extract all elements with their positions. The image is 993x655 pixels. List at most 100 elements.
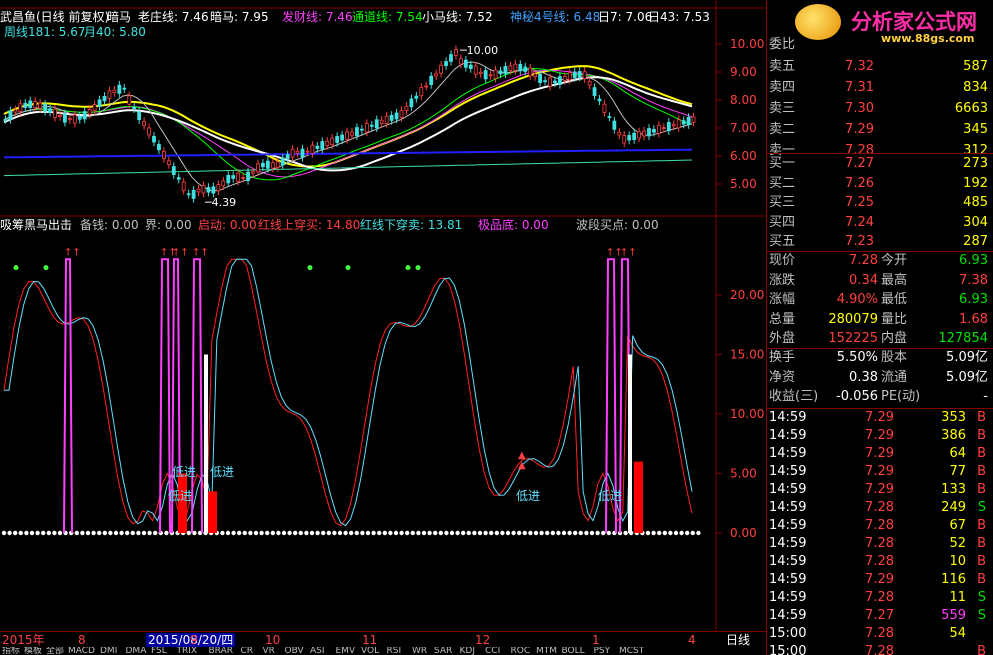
tab-vr[interactable]: VR	[263, 647, 275, 655]
candle-body	[201, 185, 206, 194]
quote-row-4: 外盘 152225 内盘 127854	[767, 330, 993, 348]
candle-body	[379, 119, 384, 124]
baseline-dot	[349, 530, 354, 536]
tab-dmi[interactable]: DMI	[100, 647, 117, 655]
candle-body	[181, 181, 186, 191]
tick-volume: 67	[949, 518, 966, 533]
sell-label: 卖四	[769, 80, 796, 95]
indicator-tick-label: 10.00	[730, 407, 764, 421]
quote-value: 7.38	[959, 272, 988, 288]
annotation-low-entry: 低进	[172, 465, 196, 479]
tab-psy[interactable]: PSY	[594, 647, 611, 655]
candle-body	[117, 84, 122, 94]
tab-fsl[interactable]: FSL	[151, 647, 167, 655]
quote-label: 现价	[769, 253, 796, 268]
quote-value: 0.34	[849, 272, 878, 288]
tab-模板[interactable]: 模板	[24, 647, 42, 655]
signal-bar-red	[208, 491, 217, 533]
candle-body	[503, 66, 508, 75]
baseline-dot	[136, 530, 141, 536]
tick-volume: 52	[949, 536, 966, 551]
price-tick-label: 9.00	[730, 65, 757, 79]
quote-label: 总量	[769, 311, 796, 327]
baseline-dot	[421, 530, 427, 536]
tab-emv[interactable]: EMV	[336, 647, 356, 655]
indicator-value-3: 红线上穿买: 14.80	[258, 218, 361, 232]
quote-label: 涨幅	[769, 292, 796, 307]
tab-rsi[interactable]: RSI	[387, 647, 402, 655]
tick-time: 14:59	[769, 500, 807, 515]
baseline-dot	[522, 530, 527, 536]
baseline-dot	[438, 530, 443, 536]
candle-body	[553, 80, 557, 84]
osc-line-cyan	[4, 258, 693, 527]
candle-body	[38, 102, 43, 109]
tab-roc[interactable]: ROC	[511, 647, 531, 655]
period-label[interactable]: 日线	[726, 633, 750, 647]
tab-brar[interactable]: BRAR	[209, 647, 233, 655]
tab-mtm[interactable]: MTM	[536, 647, 557, 655]
baseline-dot	[326, 530, 331, 536]
peak-dot	[345, 265, 351, 271]
tab-macd[interactable]: MACD	[68, 647, 95, 655]
baseline-dot	[13, 530, 18, 536]
candle-body	[548, 77, 552, 87]
candle-body	[345, 131, 349, 140]
candle-body	[186, 193, 191, 196]
tab-mcst[interactable]: MCST	[619, 647, 644, 655]
candle-body	[394, 112, 399, 120]
tab-全部[interactable]: 全部	[46, 647, 64, 655]
baseline-dot	[225, 530, 231, 536]
tab-指标[interactable]: 指标	[2, 647, 20, 655]
buy-volume: 287	[963, 234, 988, 249]
tick-side: B	[977, 446, 986, 461]
candle-body	[18, 103, 23, 112]
tab-kdj[interactable]: KDJ	[460, 647, 476, 655]
baseline-dot	[645, 530, 651, 536]
buy-volume: 273	[963, 156, 988, 171]
sell-row-3: 卖二 7.29 345	[767, 121, 993, 139]
tab-sar[interactable]: SAR	[434, 647, 452, 655]
candle-body	[543, 80, 547, 83]
candle-body	[612, 120, 617, 130]
tab-vol[interactable]: VOL	[361, 647, 379, 655]
baseline-dot	[265, 530, 270, 536]
candle-body	[369, 124, 374, 127]
candle-body	[107, 90, 112, 99]
indicator-tab-bar: 指标 模板 全部 MACD DMI DMA FSL TRIX BRAR CR VR OBV ASI EMV…	[0, 647, 766, 655]
baseline-dot	[573, 530, 578, 536]
candle-body	[454, 49, 458, 56]
fund-label: 股本	[881, 350, 908, 365]
candle-body	[315, 145, 320, 149]
quote-value: 7.28	[849, 253, 878, 268]
price-tick-label: 6.00	[730, 149, 757, 163]
baseline-dot	[466, 530, 471, 536]
baseline-dot	[293, 530, 298, 536]
tab-dma[interactable]: DMA	[126, 647, 147, 655]
tab-asi[interactable]: ASI	[310, 647, 325, 655]
tab-cr[interactable]: CR	[241, 647, 254, 655]
tick-time: 14:59	[769, 446, 807, 461]
buy-row-3: 买四 7.24 304	[767, 214, 993, 232]
tab-wr[interactable]: WR	[412, 647, 427, 655]
buy-price: 7.24	[845, 214, 874, 230]
candle-body	[340, 134, 345, 141]
tick-volume: 11	[949, 590, 966, 605]
buy-row-0: 买一 7.27 273	[767, 155, 993, 173]
tab-boll[interactable]: BOLL	[562, 647, 585, 655]
chart-canvas[interactable]: 10.009.008.007.006.005.0020.0015.0010.00…	[0, 0, 766, 655]
price-low-label: ─4.39	[204, 196, 236, 209]
chart-area[interactable]: 10.00 9.00 8.00 7.00 6.00 5.00 20.00 15.00 10.00…	[0, 0, 766, 655]
baseline-dot	[472, 530, 477, 536]
tab-obv[interactable]: OBV	[285, 647, 304, 655]
tab-cci[interactable]: CCI	[485, 647, 500, 655]
fundamental-row-0: 换手 5.50% 股本 5.09亿	[767, 349, 993, 367]
baseline-dot	[657, 530, 662, 536]
baseline-dot	[57, 530, 63, 536]
quote-value: 6.93	[959, 253, 988, 268]
tab-trix[interactable]: TRIX	[177, 647, 198, 655]
tick-row-3: 14:59 7.29 77 B	[767, 463, 993, 481]
baseline-dot	[343, 530, 348, 536]
tick-price: 7.28	[865, 518, 894, 533]
sell-volume: 587	[963, 59, 988, 74]
